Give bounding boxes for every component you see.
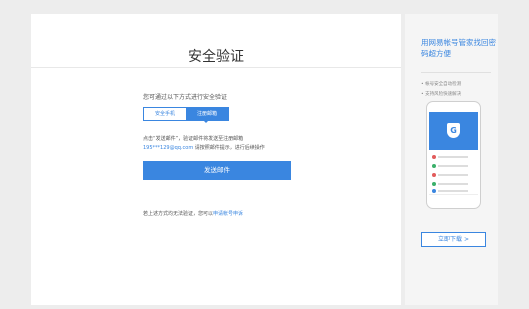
phone-app-header: G (429, 112, 478, 150)
status-dot-icon (432, 173, 436, 177)
appeal-note: 若上述方式均无法验证，您可以申请帐号申诉 (143, 210, 243, 217)
verification-card: 安全验证 您可通过以下方式进行安全验证 安全手机 注册邮箱 点击“发送邮件”，验… (31, 14, 401, 305)
appeal-note-text: 若上述方式均无法验证，您可以 (143, 211, 214, 217)
masked-email: 195***129@qq.com (143, 145, 194, 151)
row-line (438, 190, 468, 192)
status-dot-icon (432, 182, 436, 186)
promo-feature-list: 帐号安全自动检测 支持风险快速解决 (421, 80, 461, 100)
row-line (438, 156, 468, 158)
app-promo-panel: 用网易帐号管家找回密码超方便 帐号安全自动检测 支持风险快速解决 G 立即下载 … (405, 14, 498, 305)
tab-registered-email[interactable]: 注册邮箱 (186, 108, 228, 120)
phone-screen: G (429, 112, 478, 200)
row-line (438, 183, 468, 185)
verification-prompt: 您可通过以下方式进行安全验证 (143, 94, 228, 101)
verification-method-tabs: 安全手机 注册邮箱 (143, 107, 229, 121)
send-email-button[interactable]: 发送邮件 (143, 161, 291, 180)
instructions-suffix: 请按照邮件提示，进行后续操作 (194, 145, 265, 151)
active-tab-caret (203, 120, 209, 123)
instructions-prefix: 点击“发送邮件”，验证邮件将发送至注册邮箱 (143, 136, 244, 142)
phone-list-row (432, 154, 475, 161)
title-divider (31, 67, 401, 68)
shield-icon: G (447, 123, 460, 138)
account-appeal-link[interactable]: 申请帐号申诉 (213, 211, 243, 217)
status-dot-icon (432, 189, 436, 193)
row-line (438, 174, 468, 176)
phone-list-row (432, 163, 475, 170)
tab-security-phone[interactable]: 安全手机 (144, 108, 186, 120)
phone-list-row (432, 181, 475, 188)
download-now-button[interactable]: 立即下载 > (421, 232, 486, 247)
promo-divider (421, 72, 491, 73)
promo-feature-item: 支持风险快速解决 (421, 90, 461, 100)
status-dot-icon (432, 164, 436, 168)
status-dot-icon (432, 155, 436, 159)
row-line (438, 165, 468, 167)
promo-title: 用网易帐号管家找回密码超方便 (421, 38, 496, 58)
phone-list-row (432, 172, 475, 179)
phone-tab-bar (429, 194, 478, 200)
phone-mockup: G (426, 101, 481, 209)
page-title: 安全验证 (188, 49, 244, 65)
promo-feature-item: 帐号安全自动检测 (421, 80, 461, 90)
email-instructions: 点击“发送邮件”，验证邮件将发送至注册邮箱 195***129@qq.com 请… (143, 135, 293, 153)
